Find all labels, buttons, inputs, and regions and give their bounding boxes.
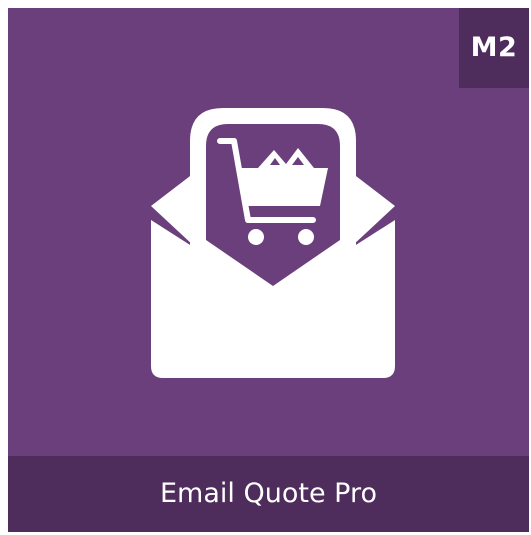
envelope-with-cart-icon xyxy=(151,108,395,378)
product-title: Email Quote Pro xyxy=(8,456,529,532)
product-tile: M2 Email Quote Pro xyxy=(8,8,529,532)
cart-basket xyxy=(238,168,328,206)
cart-wheel-left xyxy=(248,229,264,245)
cart-wheel-right xyxy=(298,229,314,245)
